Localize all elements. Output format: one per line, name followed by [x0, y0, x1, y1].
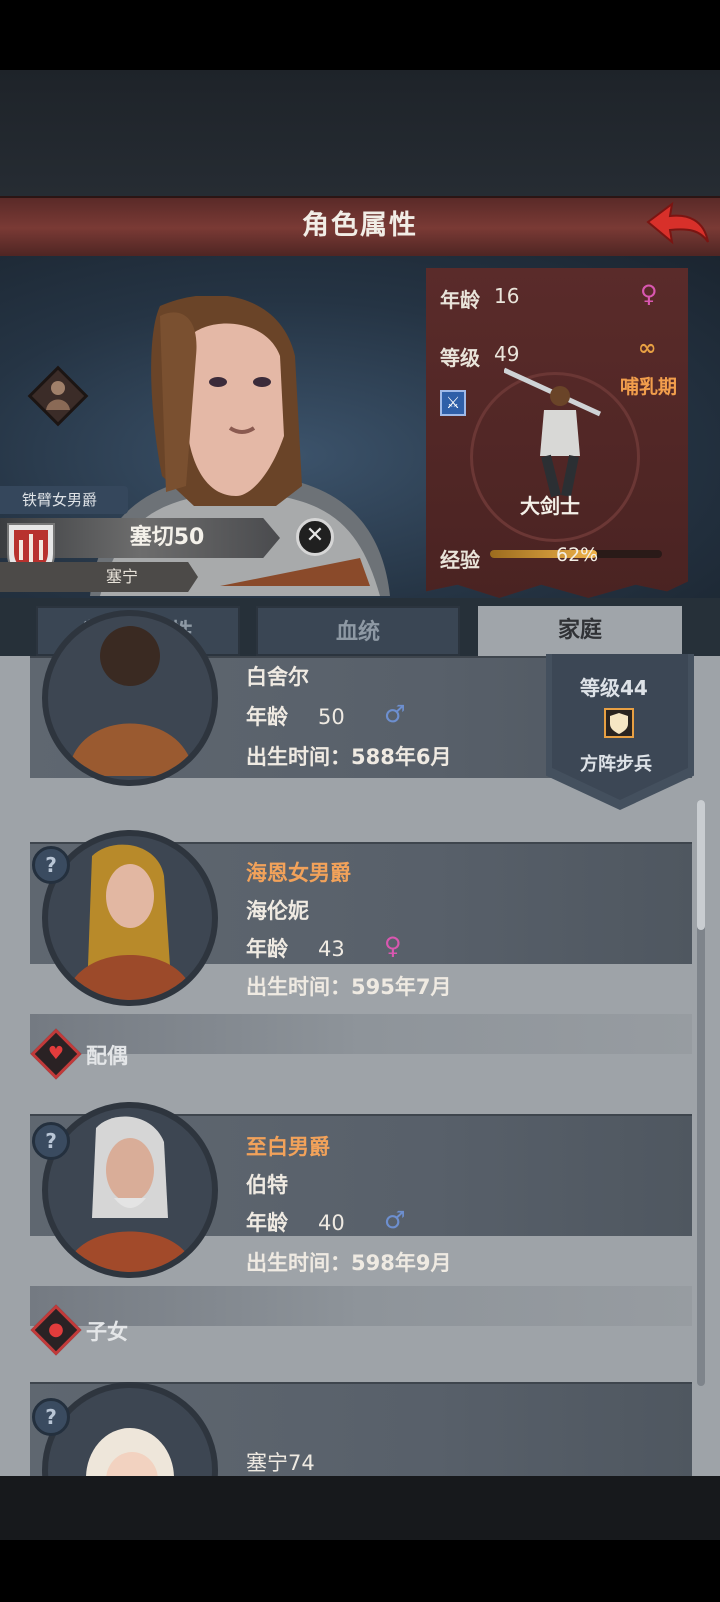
status-bar [0, 0, 720, 70]
spouse-name: 伯特 [246, 1173, 288, 1197]
spouse-section-label: 配偶 [86, 1044, 128, 1068]
back-arrow-icon[interactable] [644, 200, 712, 250]
character-house: 塞宁 [105, 567, 138, 586]
father-age: 50 [318, 705, 345, 729]
unknown-child-icon[interactable]: ? [32, 1398, 70, 1436]
female-gender-icon: ♀ [384, 932, 402, 960]
spouse-section-header [30, 1014, 692, 1054]
male-gender-icon: ♂ [384, 700, 406, 728]
navigation-bar [0, 1540, 720, 1602]
father-avatar[interactable] [42, 610, 218, 786]
ring-icon: ∞ [638, 336, 657, 361]
top-backdrop [0, 70, 720, 196]
level-value: 49 [494, 342, 520, 366]
page-title: 角色属性 [302, 210, 418, 241]
mother-birth: 出生时间：595年7月 [246, 975, 452, 999]
rank-level: 等级44 [580, 676, 648, 700]
child-name: 塞宁74 [246, 1451, 315, 1475]
shield-icon [604, 708, 634, 738]
children-section-label: 子女 [86, 1320, 128, 1344]
rank-class: 方阵步兵 [580, 754, 652, 775]
female-gender-icon: ♀ [640, 280, 658, 308]
spouse-title: 至白男爵 [246, 1135, 330, 1159]
child-glyph: ● [48, 1319, 64, 1340]
skill-sword-icon[interactable]: ⚔ [440, 390, 466, 416]
child-avatar[interactable] [42, 1382, 218, 1476]
father-name: 白舍尔 [246, 665, 309, 689]
father-birth: 出生时间：588年6月 [246, 745, 452, 769]
age-label: 年龄 [440, 288, 480, 312]
children-section-header [30, 1286, 692, 1326]
mother-age: 43 [318, 937, 345, 961]
tab-bloodline[interactable]: 血统 [256, 606, 460, 656]
spouse-birth: 出生时间：598年9月 [246, 1251, 452, 1275]
spouse-avatar[interactable] [42, 1102, 218, 1278]
class-emblem-icon [27, 365, 89, 427]
father-age-label: 年龄 [246, 705, 288, 729]
male-gender-icon: ♂ [384, 1206, 406, 1234]
spouse-age: 40 [318, 1211, 345, 1235]
exp-value: 62% [556, 544, 599, 566]
heart-glyph: ♥ [47, 1043, 65, 1064]
mother-age-label: 年龄 [246, 937, 288, 961]
character-name: 塞切50 [129, 525, 205, 550]
exp-label: 经验 [440, 548, 480, 572]
unknown-spouse-icon[interactable]: ? [32, 1122, 70, 1160]
level-label: 等级 [440, 346, 480, 370]
age-value: 16 [494, 284, 520, 308]
status-text: 哺乳期 [620, 376, 678, 398]
mother-title: 海恩女男爵 [246, 861, 351, 885]
tab-family[interactable]: 家庭 [478, 606, 682, 656]
mother-name: 海伦妮 [246, 899, 309, 923]
spouse-age-label: 年龄 [246, 1211, 288, 1235]
class-name: 大剑士 [520, 494, 580, 518]
class-figure [504, 367, 602, 498]
close-icon[interactable]: ✕ [296, 518, 334, 556]
unknown-parent-icon[interactable]: ? [32, 846, 70, 884]
scrollbar-thumb[interactable] [697, 800, 705, 930]
character-title: 铁臂女男爵 [0, 486, 128, 514]
